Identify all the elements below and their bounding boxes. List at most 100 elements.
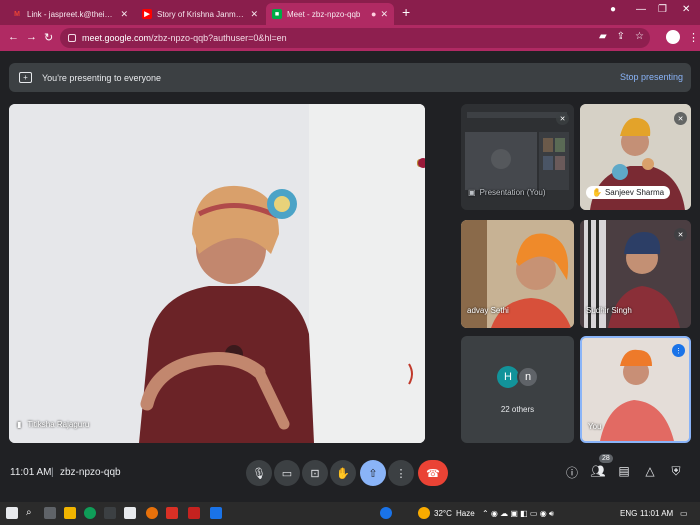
search-icon[interactable]: ⌕ [26,507,32,518]
address-bar-actions: ▰ ⇪ ☆ [599,31,644,42]
camera-button[interactable]: ▭ [274,460,300,486]
participant-name-text: Sanjeev Sharma [604,188,665,197]
presenting-banner: + You're presenting to everyone Stop pre… [9,63,691,92]
profile-dot-icon[interactable]: ● [610,4,616,15]
taskbar-clock[interactable]: 11:01 AM [640,509,673,518]
raise-hand-button[interactable]: ✋ [330,460,356,486]
reload-icon[interactable]: ↻ [44,31,53,44]
close-icon[interactable]: ✕ [380,9,388,20]
others-count-label: 22 others [500,405,535,414]
weather-desc[interactable]: Haze [456,509,475,518]
self-video-tile[interactable]: ⋮ You [580,336,691,443]
address-bar[interactable]: meet.google.com/zbz-npzo-qqb?authuser=0&… [60,28,650,48]
recording-dot-icon: ● [371,9,377,19]
mic-button[interactable]: 🎙︎ [246,460,272,486]
youtube-icon: ▶ [142,9,152,19]
participant-count-badge: 28 [599,454,613,463]
url-path: /zbz-npzo-qqb?authuser=0&hl=en [151,33,287,43]
weather-temp[interactable]: 32°C [434,509,452,518]
meeting-time: 11:01 AM [10,467,52,478]
office-icon[interactable] [166,507,178,519]
more-vert-icon[interactable]: ⋮ [688,31,699,44]
main-video-tile[interactable]: ✕ ▮Titiksha Rajaguru [9,104,425,443]
presentation-tile[interactable]: ✕ ▣ Presentation (You) [461,104,574,210]
forward-icon[interactable]: → [26,31,37,43]
mic-off-icon: ✕ [674,228,687,241]
hand-raised-icon: ✋ [592,188,602,197]
notification-icon[interactable]: ▭ [680,509,688,518]
participant-name: advay Sethi [467,306,509,315]
participant-name-text: Presentation (You) [479,188,546,197]
people-icon[interactable]: 👥︎ [590,464,606,478]
participant-tile-sanjeev[interactable]: ✕ ✋ Sanjeev Sharma [580,104,691,210]
separator: | [51,467,54,478]
new-tab-button[interactable]: + [402,4,410,20]
close-icon[interactable]: ✕ [120,9,128,20]
windows-taskbar: ⌕ 32°C Haze ⌃ ◉ ☁ ▣ ◧ ▭ ◉ 🔊︎ ENG 11:01 A… [0,502,700,525]
tab-gmail[interactable]: M Link - jaspreet.k@theindianschool ✕ [6,3,134,25]
word-icon[interactable] [210,507,222,519]
powerpoint-icon[interactable] [188,507,200,519]
participant-name: ✋ Sanjeev Sharma [586,186,671,199]
windows-start-icon[interactable] [6,507,18,519]
tab-youtube[interactable]: ▶ Story of Krishna Janmashtami | K ✕ [136,3,264,25]
participant-name: ▣ Presentation (You) [468,188,546,197]
store-icon[interactable] [104,507,116,519]
task-view-icon[interactable] [44,507,56,519]
tray-icons[interactable]: ⌃ ◉ ☁ ▣ ◧ ▭ ◉ 🔊︎ [482,509,554,519]
chrome-icon[interactable] [146,507,158,519]
captions-button[interactable]: ⊡ [302,460,328,486]
lock-icon [68,34,76,42]
participant-tile-advay[interactable]: advay Sethi [461,220,574,328]
stop-presenting-button[interactable]: Stop presenting [620,72,683,82]
raise-hand-icon: ✋ [336,467,350,480]
activities-icon[interactable]: △ [642,464,658,478]
audio-level-icon: ⋮ [672,344,685,357]
avatar: H [497,366,519,388]
bookmark-star-icon[interactable]: ☆ [635,31,644,42]
help-icon[interactable] [380,507,392,519]
present-button[interactable]: ⇧ [360,460,386,486]
meeting-code: zbz-npzo-qqb [60,467,121,478]
browser-toolbar: ← → ↻ meet.google.com/zbz-npzo-qqb?authu… [0,25,700,51]
end-call-icon: ☎ [426,467,440,480]
edge-icon[interactable] [84,507,96,519]
captions-icon: ⊡ [310,467,320,480]
browser-tab-strip: M Link - jaspreet.k@theindianschool ✕ ▶ … [0,0,700,25]
participant-name-text: Titiksha Rajaguru [27,420,90,429]
others-tile[interactable]: H n 22 others [461,336,574,443]
tab-title: Link - jaspreet.k@theindianschool [27,9,116,19]
chat-icon[interactable]: ▤ [616,464,632,478]
avatar[interactable] [666,30,680,44]
main-video-feed [9,104,425,443]
file-explorer-icon[interactable] [64,507,76,519]
mic-icon: 🎙︎ [252,467,266,480]
share-icon[interactable]: ⇪ [617,31,625,42]
present-screen-icon: + [19,72,32,83]
present-screen-icon: ⇧ [368,467,378,480]
more-options-button[interactable]: ⋮ [388,460,414,486]
tab-title: Meet - zbz-npzo-qqb [287,9,361,19]
back-icon[interactable]: ← [8,31,19,43]
participant-name: ▮ Titiksha Rajaguru [17,420,89,429]
participant-tile-sudhir[interactable]: ✕ Sudhir Singh [580,220,691,328]
tab-meet[interactable]: ■ Meet - zbz-npzo-qqb ● ✕ [266,3,394,25]
app-icon[interactable] [124,507,136,519]
maximize-button[interactable]: ❐ [658,4,667,15]
more-vert-icon: ⋮ [395,467,407,480]
avatar: n [517,366,539,388]
leave-call-button[interactable]: ☎ [418,460,448,486]
minimize-button[interactable]: — [636,4,646,15]
window-close-button[interactable]: ✕ [682,4,690,15]
url-host: meet.google.com [82,33,152,43]
meeting-details-icon[interactable]: ⓘ [564,464,580,481]
mic-off-icon: ✕ [674,112,687,125]
present-screen-icon: ▣ [468,188,476,197]
host-controls-icon[interactable]: ⛨ [668,464,684,479]
participant-name: Sudhir Singh [586,306,632,315]
language-indicator[interactable]: ENG [620,509,637,518]
tab-title: Story of Krishna Janmashtami | K [157,9,246,19]
close-icon[interactable]: ✕ [250,9,258,20]
camera-in-use-icon[interactable]: ▰ [599,31,607,42]
weather-icon [418,507,430,519]
